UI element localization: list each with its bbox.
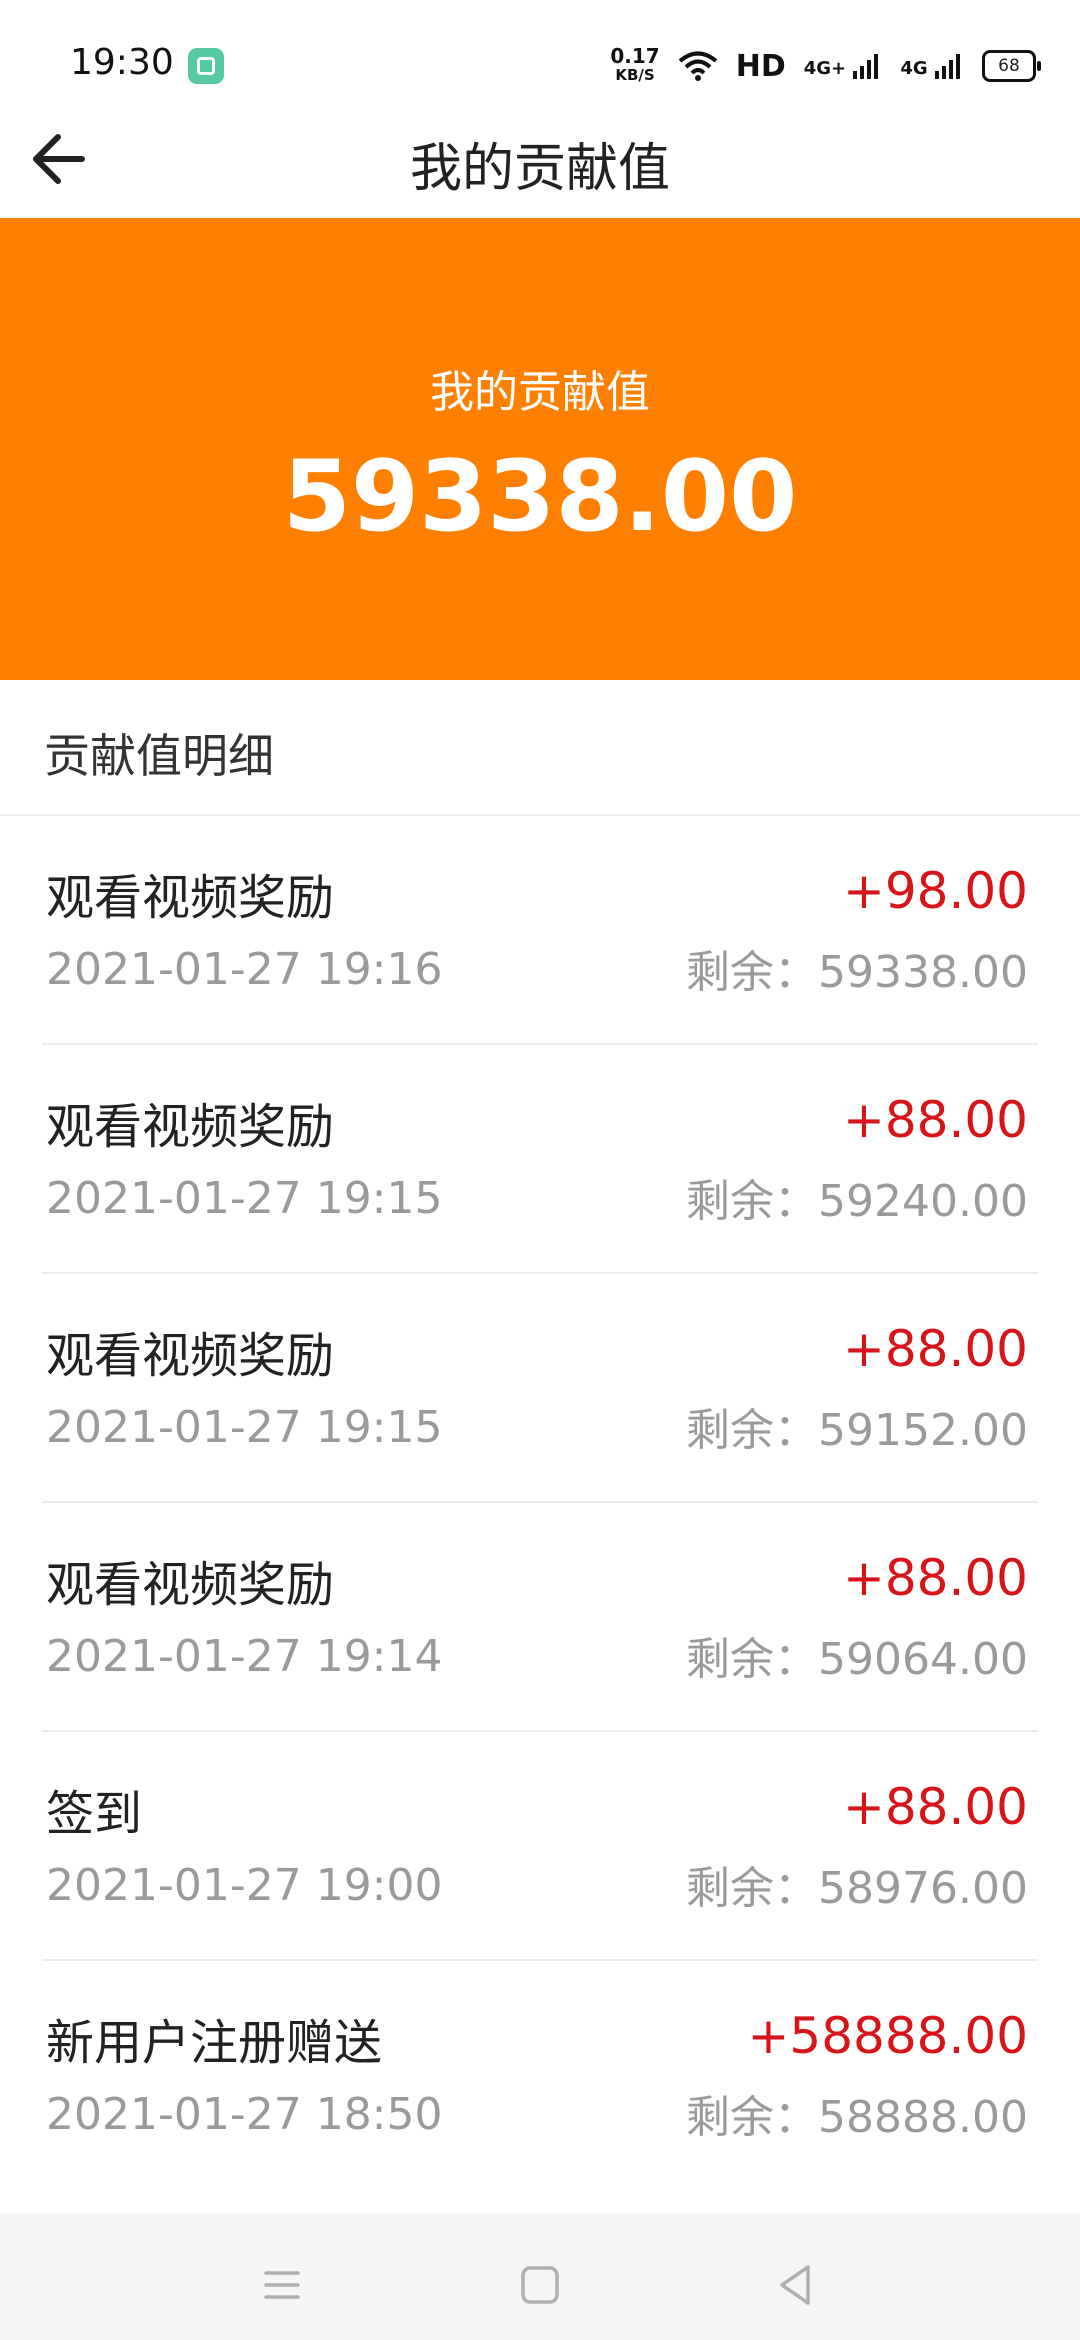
record-time: 2021-01-27 19:00	[46, 1860, 443, 1911]
list-item: 观看视频奖励 2021-01-27 19:16 +98.00 剩余：59338.…	[42, 816, 1038, 1045]
signal-4g-label: 4G	[900, 58, 928, 79]
record-title: 观看视频奖励	[46, 1328, 335, 1384]
network-speed-value: 0.17	[610, 44, 660, 68]
system-back-button[interactable]	[766, 2255, 826, 2315]
app-notification-icon	[188, 48, 224, 84]
list-bottom-spacer	[0, 2183, 1080, 2213]
record-amount: +88.00	[842, 1778, 1028, 1836]
record-title: 签到	[46, 1786, 143, 1842]
record-time: 2021-01-27 19:15	[46, 1402, 443, 1453]
menu-icon	[264, 2271, 300, 2299]
recent-apps-button[interactable]	[252, 2255, 312, 2315]
signal-4g-plus: 4G+	[804, 53, 883, 79]
hd-voice-indicator: HD	[735, 48, 786, 84]
record-balance: 剩余：58888.00	[686, 2092, 1028, 2143]
record-balance: 剩余：59152.00	[686, 1405, 1028, 1456]
record-balance: 剩余：59338.00	[686, 947, 1028, 998]
record-amount: +98.00	[842, 862, 1028, 920]
record-title: 观看视频奖励	[46, 1557, 335, 1613]
record-amount: +58888.00	[747, 2007, 1028, 2065]
page-title: 我的贡献值	[409, 139, 670, 199]
status-indicators: 0.17 KB/S HD 4G+ 4G 68	[610, 42, 1041, 90]
contribution-total: 59338.00	[282, 440, 798, 554]
list-item: 观看视频奖励 2021-01-27 19:15 +88.00 剩余：59152.…	[42, 1274, 1038, 1503]
list-item: 观看视频奖励 2021-01-27 19:15 +88.00 剩余：59240.…	[42, 1045, 1038, 1274]
banner-label: 我的贡献值	[430, 367, 650, 418]
record-time: 2021-01-27 19:14	[46, 1631, 443, 1682]
signal-4g-plus-label: 4G+	[803, 58, 847, 79]
record-balance: 剩余：58976.00	[686, 1863, 1028, 1914]
record-title: 新用户注册赠送	[46, 2015, 383, 2071]
list-item: 新用户注册赠送 2021-01-27 18:50 +58888.00 剩余：58…	[42, 1961, 1038, 2190]
record-title: 观看视频奖励	[46, 1099, 335, 1155]
back-triangle-icon	[780, 2265, 810, 2305]
record-time: 2021-01-27 19:15	[46, 1173, 443, 1224]
list-item: 签到 2021-01-27 19:00 +88.00 剩余：58976.00	[42, 1732, 1038, 1961]
list-item: 观看视频奖励 2021-01-27 19:14 +88.00 剩余：59064.…	[42, 1503, 1038, 1732]
wifi-icon	[678, 51, 717, 81]
signal-bars-icon	[935, 54, 960, 79]
signal-4g: 4G	[900, 53, 964, 79]
section-header: 贡献值明细	[0, 680, 1080, 816]
record-time: 2021-01-27 19:16	[46, 944, 443, 995]
record-title: 观看视频奖励	[46, 870, 335, 926]
signal-bars-icon	[853, 54, 879, 79]
section-title: 贡献值明细	[44, 729, 274, 783]
network-speed-unit: KB/S	[615, 66, 655, 84]
contribution-banner: 我的贡献值 59338.00	[0, 218, 1080, 680]
record-time: 2021-01-27 18:50	[46, 2089, 443, 2140]
home-button[interactable]	[510, 2255, 570, 2315]
record-amount: +88.00	[842, 1091, 1028, 1149]
battery-icon: 68	[982, 50, 1041, 82]
home-square-icon	[521, 2266, 559, 2304]
record-balance: 剩余：59064.00	[686, 1634, 1028, 1685]
record-balance: 剩余：59240.00	[686, 1176, 1028, 1227]
status-time: 19:30	[70, 42, 174, 83]
records-list: 观看视频奖励 2021-01-27 19:16 +98.00 剩余：59338.…	[0, 816, 1080, 2190]
system-nav-bar	[0, 2213, 1080, 2340]
record-amount: +88.00	[842, 1320, 1028, 1378]
network-speed: 0.17 KB/S	[610, 44, 660, 85]
record-amount: +88.00	[842, 1549, 1028, 1607]
title-bar: 我的贡献值	[0, 100, 1080, 218]
